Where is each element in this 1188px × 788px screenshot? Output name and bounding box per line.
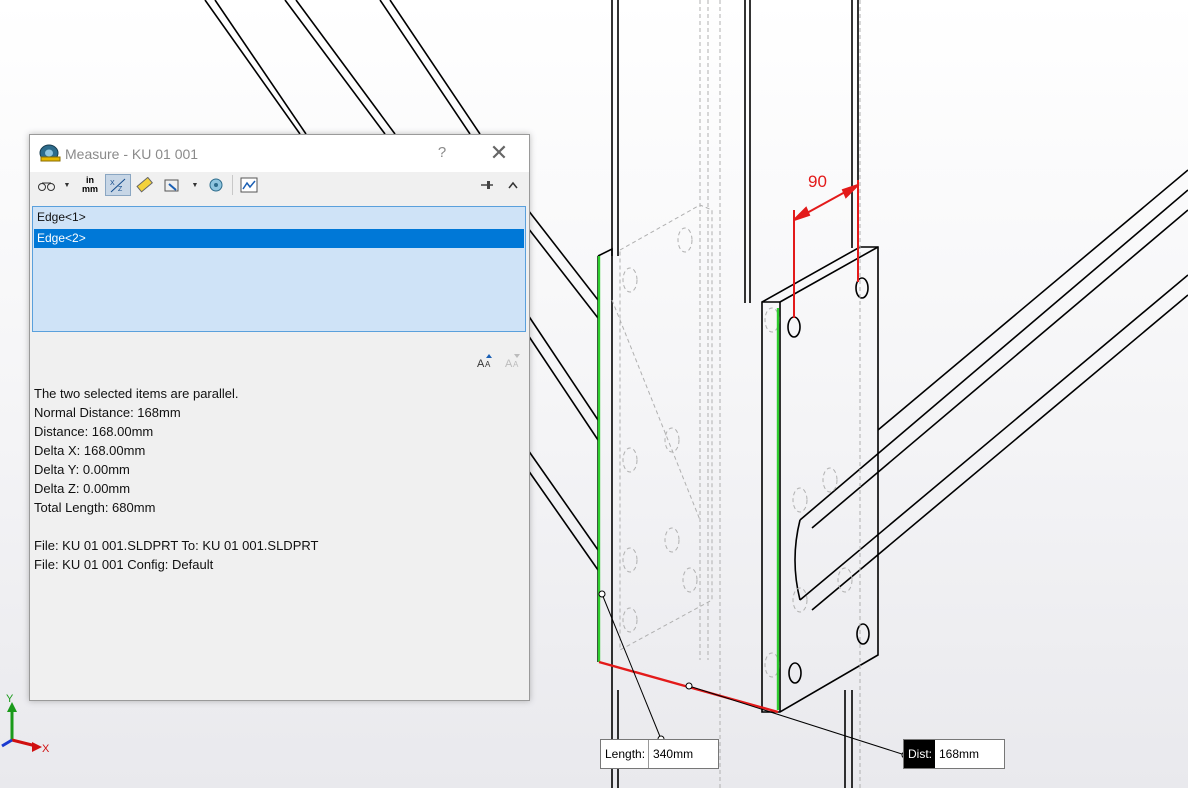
result-line: Total Length: 680mm	[34, 500, 156, 515]
units-precision-button[interactable]: in mm	[78, 174, 102, 196]
point-to-point-icon[interactable]	[134, 174, 156, 196]
collapse-chevron-up-icon[interactable]	[504, 174, 522, 196]
result-line: File: KU 01 001 Config: Default	[34, 557, 214, 572]
axis-y-label: Y	[6, 693, 14, 705]
create-sensor-icon[interactable]	[238, 174, 260, 196]
dialog-titlebar[interactable]: Measure - KU 01 001 ? ✕	[30, 135, 529, 172]
help-button[interactable]: ?	[430, 141, 454, 165]
pin-icon[interactable]	[477, 174, 497, 196]
arc-options-dropdown-icon[interactable]: ▼	[62, 174, 72, 196]
measure-tape-icon	[39, 144, 61, 162]
result-line: Distance: 168.00mm	[34, 424, 154, 439]
result-line: Delta Z: 0.00mm	[34, 481, 131, 496]
svg-text:A: A	[485, 360, 491, 369]
result-line	[34, 517, 514, 536]
length-label: Length:	[601, 740, 650, 768]
selection-list[interactable]: Edge<1> Edge<2>	[32, 206, 526, 332]
units-bottom-label: mm	[81, 184, 98, 194]
list-item-edge-2[interactable]: Edge<2>	[34, 229, 524, 248]
dist-callout: Dist: 168mm	[903, 739, 1005, 769]
projected-on-icon[interactable]	[161, 174, 183, 196]
arc-circle-measurements-icon[interactable]	[37, 174, 57, 196]
svg-text:A: A	[513, 360, 519, 369]
result-line: Delta X: 168.00mm	[34, 443, 146, 458]
result-line: Delta Y: 0.00mm	[34, 462, 130, 477]
length-value: 340mm	[653, 747, 694, 761]
measure-toolbar: ▼ in mm XZ ▼	[30, 172, 529, 199]
svg-text:A: A	[505, 358, 513, 369]
toolbar-separator	[232, 175, 233, 195]
dimension-90-label[interactable]: 90	[808, 172, 827, 192]
dist-value: 168mm	[939, 747, 980, 761]
result-line: Normal Distance: 168mm	[34, 405, 181, 420]
measurement-history-icon[interactable]	[205, 174, 227, 196]
dialog-title: Measure - KU 01 001	[65, 146, 199, 162]
length-callout: Length: 340mm	[600, 739, 719, 769]
show-xyz-measurements-icon[interactable]: XZ	[105, 174, 131, 196]
dist-label: Dist:	[904, 740, 935, 768]
result-line: The two selected items are parallel.	[34, 386, 239, 401]
measure-results: The two selected items are parallel. Nor…	[34, 384, 514, 574]
svg-text:X: X	[110, 180, 115, 187]
axis-x-label: X	[42, 743, 50, 755]
decrease-font-icon[interactable]: AA	[504, 353, 524, 372]
increase-font-icon[interactable]: AA	[476, 353, 496, 372]
measure-dialog: Measure - KU 01 001 ? ✕ ▼ in mm XZ ▼ Edg…	[29, 134, 530, 701]
projected-dropdown-icon[interactable]: ▼	[190, 174, 200, 196]
svg-text:Z: Z	[118, 186, 123, 193]
list-item-edge-1[interactable]: Edge<1>	[34, 208, 524, 227]
result-line: File: KU 01 001.SLDPRT To: KU 01 001.SLD…	[34, 538, 319, 553]
close-button[interactable]: ✕	[485, 139, 513, 167]
svg-text:A: A	[477, 358, 485, 369]
